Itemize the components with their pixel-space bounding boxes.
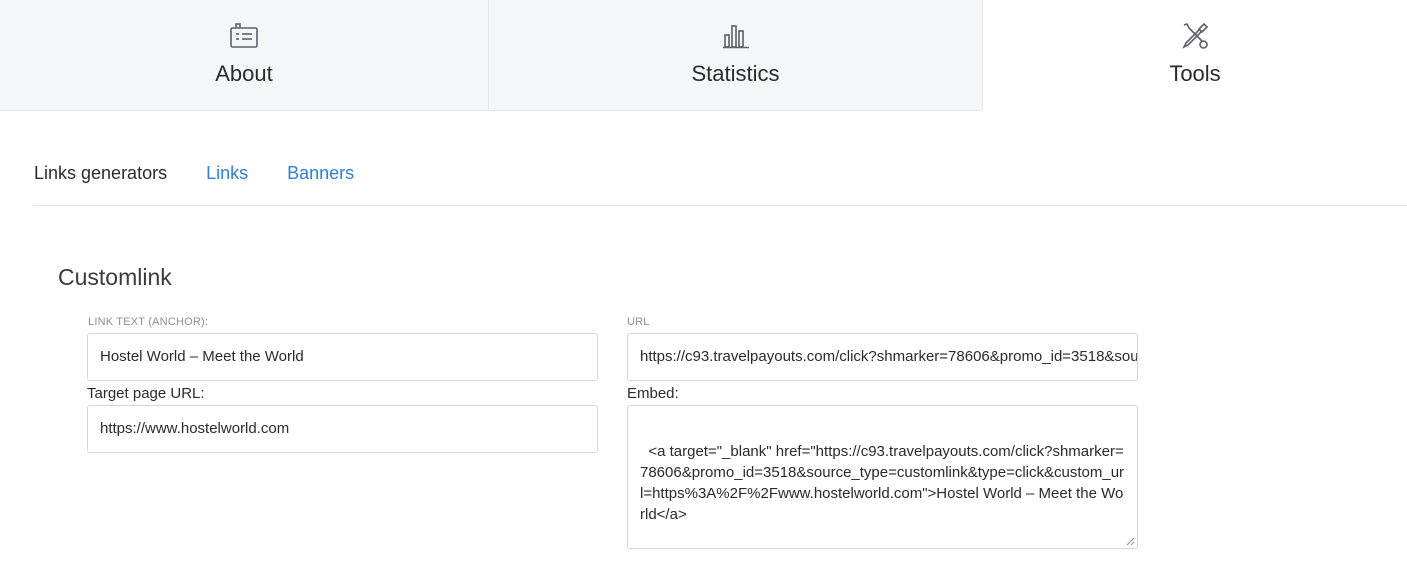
top-tabs: About Statistics Tools: [0, 0, 1407, 112]
resize-handle-icon[interactable]: [1125, 536, 1135, 546]
target-url-label: Target page URL:: [87, 385, 205, 402]
tab-statistics-label: Statistics: [691, 61, 780, 86]
divider: [33, 205, 1407, 206]
tab-tools[interactable]: Tools: [983, 0, 1407, 111]
embed-textarea[interactable]: <a target="_blank" href="https://c93.tra…: [627, 405, 1138, 549]
subnav-banners[interactable]: Banners: [287, 160, 354, 188]
bar-chart-icon: [720, 20, 752, 52]
sub-navigation: Links generators Links Banners: [34, 160, 393, 188]
tab-statistics[interactable]: Statistics: [489, 0, 983, 111]
subnav-links[interactable]: Links: [206, 160, 248, 188]
subnav-links-generators[interactable]: Links generators: [34, 160, 167, 188]
id-card-icon: [228, 20, 260, 52]
embed-label: Embed:: [627, 385, 679, 402]
anchor-label: LINK TEXT (ANCHOR):: [88, 316, 209, 328]
section-title: Customlink: [58, 264, 172, 290]
target-url-input[interactable]: https://www.hostelworld.com: [87, 405, 598, 453]
anchor-text-input[interactable]: Hostel World – Meet the World: [87, 333, 598, 381]
tab-about[interactable]: About: [0, 0, 489, 111]
url-label: URL: [627, 316, 650, 328]
tools-icon: [1179, 20, 1211, 52]
tab-tools-label: Tools: [1169, 61, 1221, 86]
embed-code-text: <a target="_blank" href="https://c93.tra…: [640, 443, 1125, 523]
url-output-input[interactable]: https://c93.travelpayouts.com/click?shma…: [627, 333, 1138, 381]
tab-about-label: About: [215, 61, 273, 86]
